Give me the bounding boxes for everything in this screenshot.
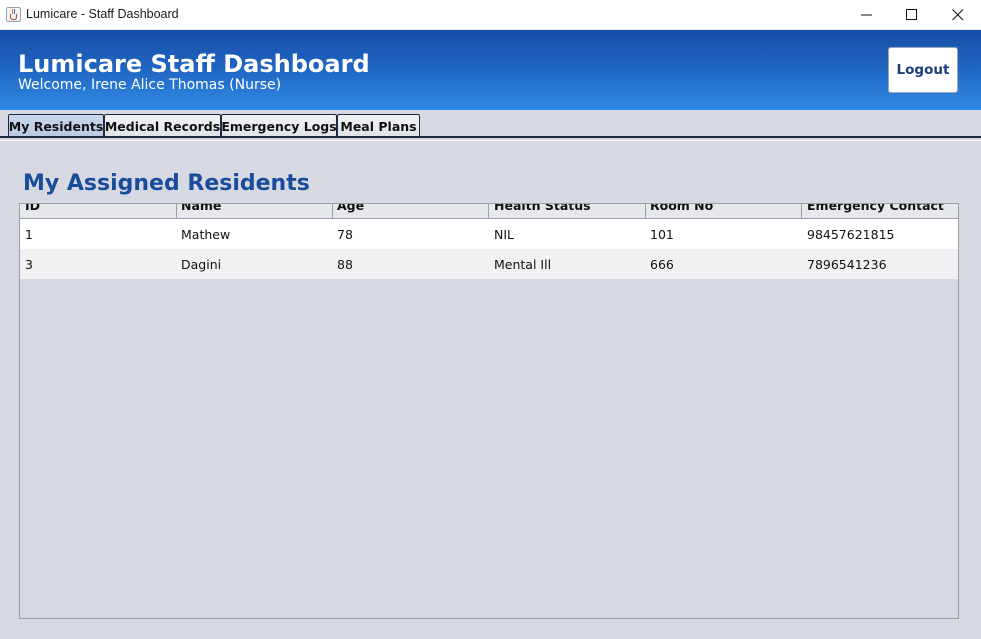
welcome-text: Welcome, Irene Alice Thomas (Nurse) (18, 77, 282, 93)
column-header-emergency-contact[interactable]: Emergency Contact (802, 204, 958, 218)
column-header-age[interactable]: Age (332, 204, 489, 218)
maximize-button[interactable] (889, 0, 935, 30)
tab-meal-plans[interactable]: Meal Plans (337, 114, 420, 137)
residents-table[interactable]: ID Name Age Health Status Room No Emerge… (19, 203, 959, 619)
close-button[interactable] (935, 0, 981, 30)
tab-divider-highlight (0, 140, 981, 141)
minimize-icon (861, 14, 872, 16)
dashboard-title: Lumicare Staff Dashboard (18, 50, 370, 78)
cell-emergency-contact: 7896541236 (807, 257, 887, 272)
tab-medical-records[interactable]: Medical Records (104, 114, 221, 137)
cell-name: Dagini (181, 257, 222, 272)
table-row[interactable]: 3 Dagini 88 Mental Ill 666 7896541236 (20, 249, 958, 279)
column-header-room-no[interactable]: Room No (645, 204, 802, 218)
cell-emergency-contact: 98457621815 (807, 227, 895, 242)
section-title: My Assigned Residents (23, 171, 310, 196)
logout-button[interactable]: Logout (888, 47, 958, 93)
cell-id: 3 (25, 257, 33, 272)
cell-room-no: 101 (650, 227, 674, 242)
cell-health-status: NIL (494, 227, 515, 242)
app-window: Lumicare - Staff Dashboard Lumicare Staf… (0, 0, 981, 639)
minimize-button[interactable] (844, 0, 890, 30)
title-bar: Lumicare - Staff Dashboard (0, 0, 981, 30)
maximize-icon (906, 9, 917, 20)
cell-id: 1 (25, 227, 33, 242)
table-row[interactable]: 1 Mathew 78 NIL 101 98457621815 (20, 219, 958, 249)
close-icon (952, 9, 964, 21)
tab-my-residents[interactable]: My Residents (8, 114, 104, 137)
column-header-health-status[interactable]: Health Status (489, 204, 646, 218)
cell-age: 78 (337, 227, 353, 242)
window-title: Lumicare - Staff Dashboard (26, 7, 179, 21)
cell-name: Mathew (181, 227, 231, 242)
cell-room-no: 666 (650, 257, 674, 272)
cell-age: 88 (337, 257, 353, 272)
table-header: ID Name Age Health Status Room No Emerge… (20, 204, 958, 219)
tab-emergency-logs[interactable]: Emergency Logs (221, 114, 337, 137)
cell-health-status: Mental Ill (494, 257, 552, 272)
column-header-name[interactable]: Name (176, 204, 333, 218)
column-header-id[interactable]: ID (20, 204, 177, 218)
java-cup-icon (6, 7, 21, 22)
header-banner: Lumicare Staff Dashboard Welcome, Irene … (0, 30, 981, 110)
tab-divider (0, 136, 981, 138)
